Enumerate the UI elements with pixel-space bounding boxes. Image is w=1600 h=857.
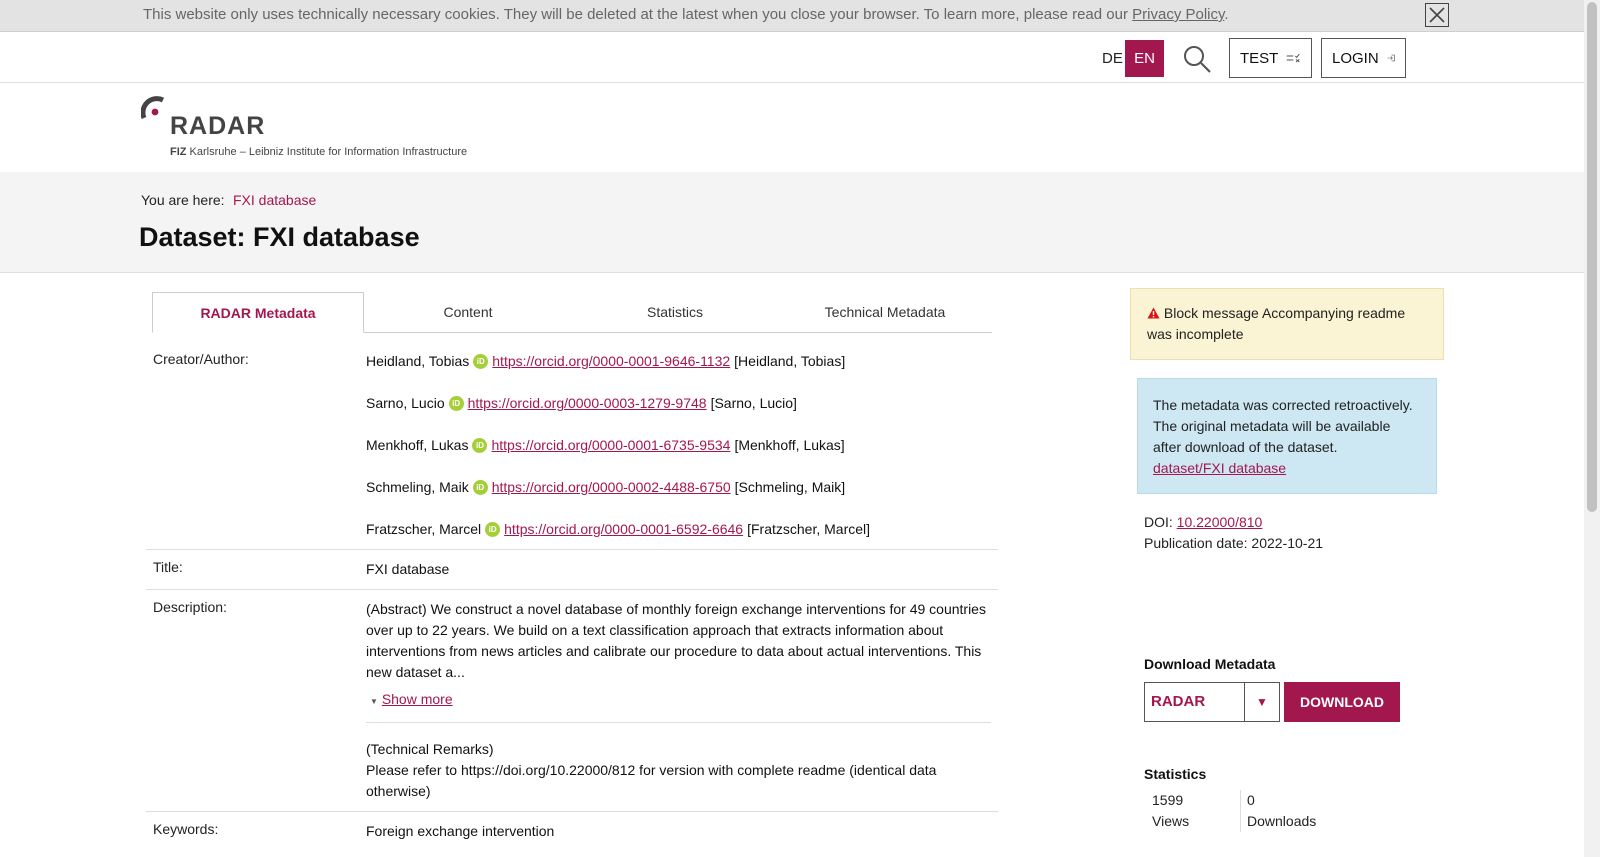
metadata-format-select[interactable]: RADAR ▼	[1144, 682, 1280, 722]
show-more-link[interactable]: Show more	[382, 691, 453, 707]
test-button[interactable]: TEST	[1229, 38, 1312, 78]
orcid-icon: iD	[448, 396, 464, 411]
orcid-link[interactable]: https://orcid.org/0000-0001-6735-9534	[491, 435, 730, 456]
orcid-link[interactable]: https://orcid.org/0000-0003-1279-9748	[468, 393, 707, 414]
creator-name: Schmeling, Maik	[366, 479, 469, 495]
creator-name: Fratzscher, Marcel	[366, 521, 482, 537]
creator-item: Fratzscher, Marcel iD https://orcid.org/…	[366, 519, 991, 540]
tab-content[interactable]: Content	[364, 292, 572, 332]
cookie-banner: This website only uses technically neces…	[0, 0, 1584, 32]
format-selected: RADAR	[1151, 693, 1206, 710]
downloads-count: 0	[1247, 792, 1255, 808]
orcid-icon: iD	[472, 438, 488, 453]
description-divider	[366, 722, 991, 723]
orcid-link[interactable]: https://orcid.org/0000-0001-9646-1132	[492, 351, 730, 372]
logo-name: RADAR	[170, 112, 266, 140]
remarks-text: Please refer to https://doi.org/10.22000…	[366, 762, 937, 799]
info-text: The metadata was corrected retroactively…	[1153, 397, 1413, 455]
keywords-row: Keywords: Foreign exchange intervention	[146, 812, 998, 851]
login-label: LOGIN	[1332, 49, 1379, 67]
search-button[interactable]	[1182, 44, 1212, 74]
tab-bar: RADAR Metadata Content Statistics Techni…	[152, 292, 992, 333]
creator-alias: [Schmeling, Maik]	[734, 479, 846, 495]
title-label: Title:	[153, 559, 183, 575]
creator-row: Creator/Author: Heidland, Tobias iD http…	[146, 342, 998, 550]
caret-down-icon: ▼	[370, 697, 378, 706]
description-row: Description: (Abstract) We construct a n…	[146, 590, 998, 812]
cookie-text: This website only uses technically neces…	[143, 6, 1229, 23]
cookie-suffix: .	[1224, 6, 1229, 23]
creator-name: Heidland, Tobias	[366, 353, 470, 369]
creator-item: Menkhoff, Lukas iD https://orcid.org/000…	[366, 435, 991, 456]
title-value: FXI database	[366, 561, 450, 577]
info-box: The metadata was corrected retroactively…	[1137, 378, 1437, 494]
orcid-icon: iD	[473, 354, 489, 369]
views-count: 1599	[1152, 792, 1184, 808]
doi-link[interactable]: 10.22000/810	[1177, 514, 1263, 530]
orcid-icon: iD	[472, 480, 488, 495]
test-label: TEST	[1240, 49, 1279, 67]
show-more-toggle[interactable]: ▼ Show more	[370, 689, 453, 712]
orcid-icon: iD	[485, 522, 501, 537]
dropdown-arrow-icon: ▼	[1244, 683, 1279, 721]
breadcrumb-label: You are here:	[141, 192, 225, 208]
logo-subtitle: FIZ Karlsruhe – Leibniz Institute for In…	[170, 146, 467, 158]
metadata-table: Creator/Author: Heidland, Tobias iD http…	[146, 342, 998, 851]
creator-alias: [Heidland, Tobias]	[734, 353, 846, 369]
views-label: Views	[1152, 813, 1190, 829]
creator-alias: [Fratzscher, Marcel]	[747, 521, 871, 537]
creator-name: Menkhoff, Lukas	[366, 437, 469, 453]
info-link[interactable]: dataset/FXI database	[1153, 460, 1286, 476]
views-stat: 1599 Views	[1152, 790, 1189, 832]
logo-subtitle-bold: FIZ	[170, 146, 187, 158]
download-button[interactable]: DOWNLOAD	[1284, 682, 1400, 722]
creator-item: Schmeling, Maik iD https://orcid.org/000…	[366, 477, 991, 498]
remarks-title: (Technical Remarks)	[366, 741, 494, 757]
cookie-message: This website only uses technically neces…	[143, 6, 1133, 23]
creator-alias: [Sarno, Lucio]	[710, 395, 797, 411]
checklist-icon	[1287, 53, 1301, 63]
description-value: (Abstract) We construct a novel database…	[366, 590, 991, 811]
statistics-title: Statistics	[1144, 766, 1207, 782]
orcid-link[interactable]: https://orcid.org/0000-0001-6592-6646	[504, 519, 743, 540]
search-icon	[1184, 46, 1211, 73]
scrollbar-thumb[interactable]	[1587, 2, 1597, 512]
login-icon	[1387, 54, 1395, 62]
breadcrumb-current[interactable]: FXI database	[233, 192, 316, 208]
warning-box: Block message Accompanying readme was in…	[1130, 288, 1444, 360]
page-scrollbar[interactable]	[1584, 0, 1600, 857]
privacy-policy-link[interactable]: Privacy Policy	[1132, 6, 1224, 23]
logo-subtitle-text: Karlsruhe – Leibniz Institute for Inform…	[186, 146, 468, 158]
doi-label: DOI:	[1144, 514, 1173, 530]
orcid-link[interactable]: https://orcid.org/0000-0002-4488-6750	[492, 477, 731, 498]
title-row: Title: FXI database	[146, 550, 998, 590]
tab-technical-metadata[interactable]: Technical Metadata	[778, 292, 992, 332]
creator-name: Sarno, Lucio	[366, 395, 445, 411]
download-metadata-title: Download Metadata	[1144, 656, 1276, 672]
close-icon	[1429, 7, 1445, 23]
creator-item: Heidland, Tobias iD https://orcid.org/00…	[366, 351, 991, 372]
doi-block: DOI: 10.22000/810 Publication date: 2022…	[1144, 512, 1323, 554]
description-label: Description:	[153, 599, 227, 615]
warning-text: Block message Accompanying readme was in…	[1147, 305, 1406, 342]
tab-radar-metadata[interactable]: RADAR Metadata	[152, 292, 364, 333]
abstract-text: (Abstract) We construct a novel database…	[366, 601, 986, 680]
publication-date: Publication date: 2022-10-21	[1144, 535, 1324, 551]
downloads-label: Downloads	[1247, 813, 1317, 829]
page-title: Dataset: FXI database	[139, 222, 420, 252]
keywords-label: Keywords:	[153, 821, 219, 837]
login-button[interactable]: LOGIN	[1321, 38, 1406, 78]
creator-label: Creator/Author:	[153, 351, 249, 367]
close-cookie-button[interactable]	[1425, 3, 1449, 27]
tab-statistics[interactable]: Statistics	[572, 292, 778, 332]
creator-item: Sarno, Lucio iD https://orcid.org/0000-0…	[366, 393, 991, 414]
downloads-stat: 0 Downloads	[1240, 790, 1316, 832]
warning-icon	[1147, 307, 1160, 319]
language-en-button[interactable]: EN	[1125, 40, 1164, 77]
creator-list: Heidland, Tobias iD https://orcid.org/00…	[366, 342, 991, 549]
creator-alias: [Menkhoff, Lukas]	[734, 437, 845, 453]
radar-logo-mark	[141, 96, 165, 119]
keywords-value: Foreign exchange intervention	[366, 823, 555, 839]
